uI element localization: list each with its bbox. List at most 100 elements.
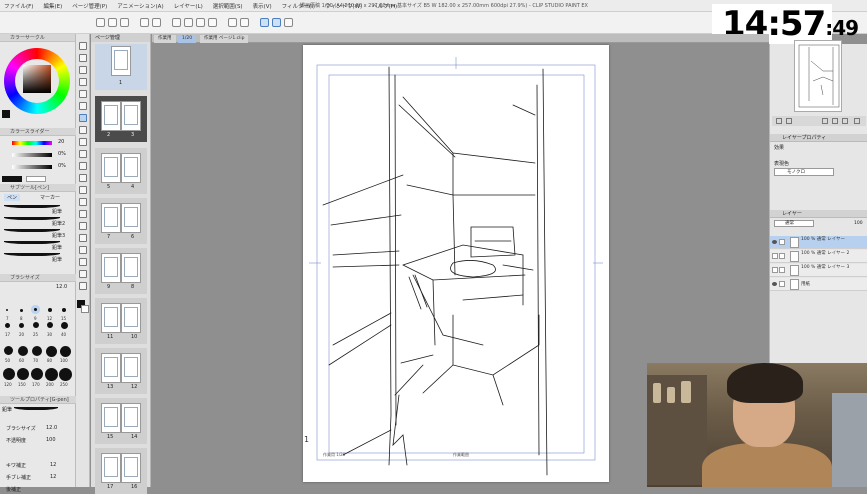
eraser-tool-icon[interactable] <box>79 174 87 182</box>
size-dot-60[interactable] <box>18 346 28 356</box>
page-thumb-17-16[interactable]: 17 16 <box>95 448 147 494</box>
subtool-tab-marker[interactable]: マーカー <box>40 194 60 201</box>
main-color-swatch[interactable] <box>2 110 10 118</box>
saturation-square[interactable] <box>23 65 51 93</box>
pencil-tool-icon[interactable] <box>79 126 87 134</box>
snap-ruler-icon[interactable] <box>284 18 293 27</box>
blend-tool-icon[interactable] <box>79 186 87 194</box>
opacity-value[interactable]: 100 <box>854 221 863 226</box>
fg-color-chip[interactable] <box>2 176 22 182</box>
size-dot-12[interactable] <box>48 308 52 312</box>
lasso-tool-icon[interactable] <box>79 90 87 98</box>
menu-edit[interactable]: 編集(E) <box>43 2 62 10</box>
hue-slider[interactable] <box>12 141 52 145</box>
size-dot-50[interactable] <box>4 346 13 355</box>
tool-prop-size-value[interactable]: 12.0 <box>46 425 57 431</box>
size-dot-20[interactable] <box>19 323 24 328</box>
page-tab-manage[interactable]: ページ管理 <box>95 35 120 41</box>
fit-icon[interactable] <box>822 118 828 124</box>
bg-color-chip[interactable] <box>26 176 46 182</box>
size-dot-170[interactable] <box>31 368 43 380</box>
menu-layer[interactable]: レイヤー(L) <box>174 2 203 10</box>
color-wheel[interactable] <box>4 48 70 114</box>
size-dot-150[interactable] <box>17 368 29 380</box>
zoom-tool-icon[interactable] <box>79 54 87 62</box>
brush-name-5[interactable]: 鉛筆 <box>52 256 62 263</box>
page-thumb-15-14[interactable]: 15 14 <box>95 398 147 444</box>
undo-icon[interactable] <box>140 18 149 27</box>
gradient-tool-icon[interactable] <box>79 210 87 218</box>
deselect-icon[interactable] <box>208 18 217 27</box>
size-dot-200[interactable] <box>45 368 58 381</box>
tool-prop-opacity-value[interactable]: 100 <box>46 437 56 443</box>
canvas-tab-file[interactable]: 作業用 ページ1.clip <box>200 35 249 43</box>
layer-row-3[interactable]: 100 % 通常 レイヤー 3 <box>770 264 867 277</box>
lock-box[interactable] <box>779 253 785 259</box>
size-dot-100[interactable] <box>60 346 71 357</box>
saturation-slider[interactable] <box>12 153 52 157</box>
lock-box[interactable] <box>779 267 785 273</box>
airbrush-tool-icon[interactable] <box>79 150 87 158</box>
menu-animation[interactable]: アニメーション(A) <box>117 2 163 10</box>
fill-icon[interactable] <box>184 18 193 27</box>
reset-icon[interactable] <box>854 118 860 124</box>
layer-row-paper[interactable]: 用紙 <box>770 278 867 291</box>
move-tool-icon[interactable] <box>79 66 87 74</box>
canvas-tab-page[interactable]: 1/20 <box>178 35 197 43</box>
visibility-box[interactable] <box>772 253 778 259</box>
select-tool-icon[interactable] <box>79 78 87 86</box>
value-slider[interactable] <box>12 165 52 169</box>
navigator-preview[interactable] <box>794 40 842 112</box>
line-correct-tool-icon[interactable] <box>79 282 87 290</box>
pen-tool-icon[interactable] <box>79 114 87 122</box>
page-thumb-2-3[interactable]: 2 3 <box>95 96 147 142</box>
snap-grid-icon[interactable] <box>272 18 281 27</box>
flip-icon[interactable] <box>842 118 848 124</box>
rotate-icon[interactable] <box>832 118 838 124</box>
size-dot-9[interactable] <box>34 308 37 311</box>
zoom-out-icon[interactable] <box>776 118 782 124</box>
snap-special-icon[interactable] <box>260 18 269 27</box>
fill-tool-icon[interactable] <box>79 198 87 206</box>
eyedropper-tool-icon[interactable] <box>79 102 87 110</box>
figure-tool-icon[interactable] <box>79 222 87 230</box>
text-tool-icon[interactable] <box>79 258 87 266</box>
size-dot-25[interactable] <box>33 322 39 328</box>
size-dot-30[interactable] <box>47 322 53 328</box>
open-icon[interactable] <box>108 18 117 27</box>
blend-mode-select[interactable]: 通常 <box>774 220 814 227</box>
size-dot-7[interactable] <box>6 309 8 311</box>
lock-box[interactable] <box>779 281 785 287</box>
page-thumb-5-4[interactable]: 5 4 <box>95 148 147 194</box>
transform-icon[interactable] <box>196 18 205 27</box>
ruler-icon[interactable] <box>228 18 237 27</box>
visibility-eye-icon[interactable] <box>772 282 777 286</box>
visibility-box[interactable] <box>772 267 778 273</box>
canvas-tab-work[interactable]: 作業用 <box>154 35 176 43</box>
tool-prop-edge-value[interactable]: 12 <box>50 462 56 468</box>
brush-tool-icon[interactable] <box>79 138 87 146</box>
save-icon[interactable] <box>120 18 129 27</box>
redo-icon[interactable] <box>152 18 161 27</box>
tool-prop-stabilize-value[interactable]: 12 <box>50 474 56 480</box>
new-icon[interactable] <box>96 18 105 27</box>
manga-page[interactable]: 1 作業用 1/20 作業範囲 <box>303 45 609 482</box>
tool-bg-color[interactable] <box>81 305 89 313</box>
frame-tool-icon[interactable] <box>79 234 87 242</box>
size-dot-17[interactable] <box>5 323 10 328</box>
ruler-tool-icon[interactable] <box>79 246 87 254</box>
size-dot-80[interactable] <box>46 346 57 357</box>
hand-tool-icon[interactable] <box>79 42 87 50</box>
subtool-tab-pen[interactable]: ペン <box>4 194 21 201</box>
size-dot-120[interactable] <box>3 368 15 380</box>
page-thumb-1[interactable]: 1 <box>95 44 147 90</box>
visibility-eye-icon[interactable] <box>772 240 777 244</box>
size-dot-250[interactable] <box>59 368 72 381</box>
page-thumb-13-12[interactable]: 13 12 <box>95 348 147 394</box>
menu-page[interactable]: ページ管理(P) <box>72 2 107 10</box>
layer-row-2[interactable]: 100 % 通常 レイヤー 2 <box>770 250 867 263</box>
clear-icon[interactable] <box>172 18 181 27</box>
menu-view[interactable]: 表示(V) <box>253 2 272 10</box>
balloon-tool-icon[interactable] <box>79 270 87 278</box>
menu-file[interactable]: ファイル(F) <box>4 2 33 10</box>
